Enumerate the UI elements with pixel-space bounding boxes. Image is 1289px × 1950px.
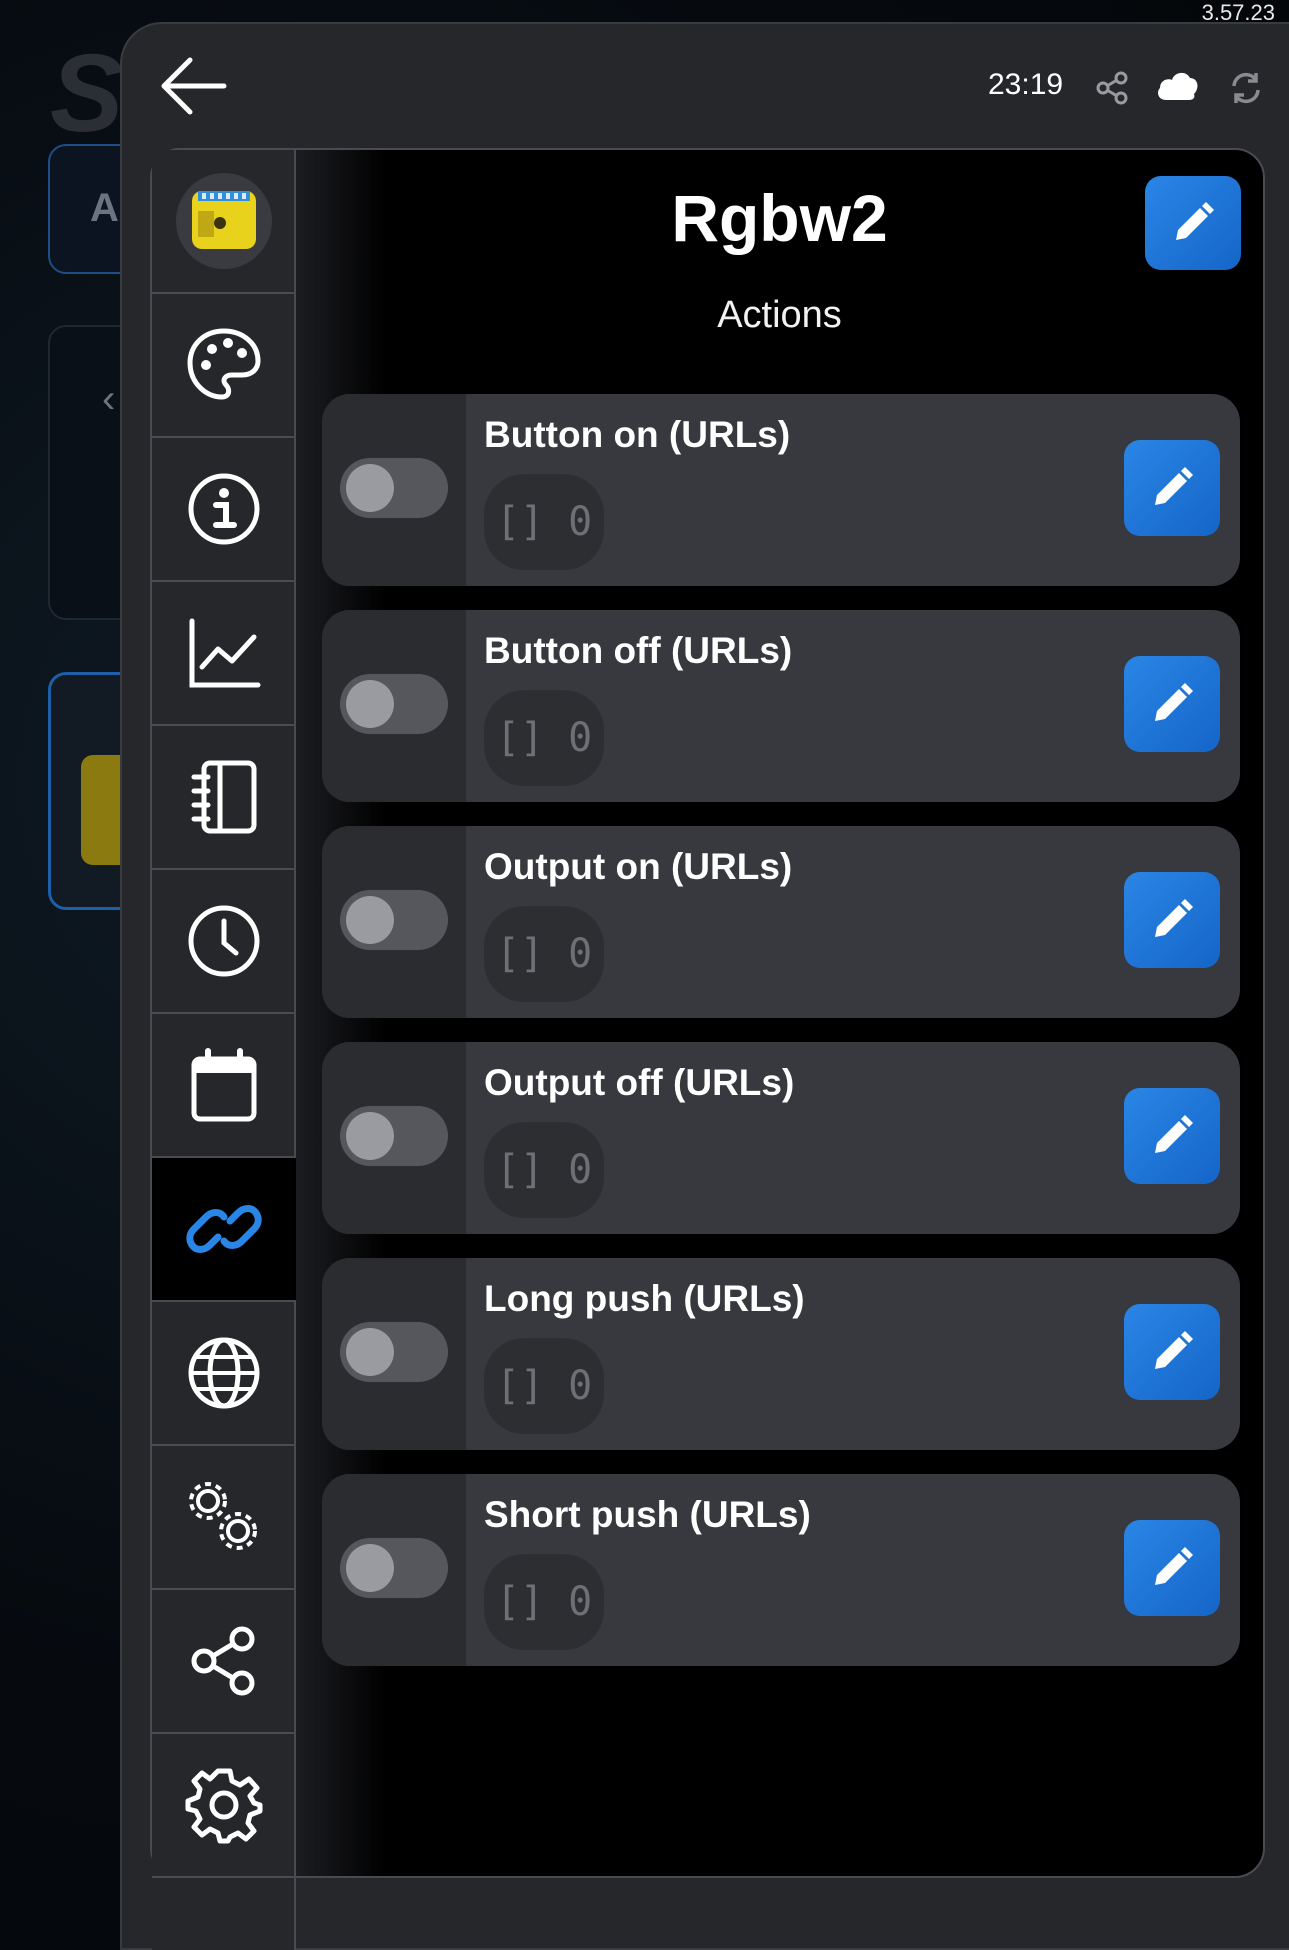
toggle-knob	[346, 680, 394, 728]
sidebar-item-info[interactable]	[152, 438, 296, 582]
action-label: Button off (URLs)	[484, 630, 793, 671]
cloud-icon[interactable]	[1154, 66, 1200, 106]
pencil-icon	[1155, 1547, 1193, 1585]
device-dialog: 23:19 Rgbw2 Actions Button on (URLs) [] …	[120, 22, 1289, 1950]
dialog-topbar: 23:19	[122, 24, 1289, 146]
action-toggle[interactable]	[340, 674, 448, 734]
arrow-left-icon	[161, 57, 227, 115]
toggle-knob	[346, 896, 394, 944]
palette-icon	[187, 328, 261, 400]
sidebar-item-actions[interactable]	[152, 1158, 298, 1302]
action-card: Button on (URLs) [] 0	[322, 394, 1240, 586]
sidebar-item-settings[interactable]	[152, 1734, 296, 1878]
sync-icon[interactable]	[1228, 70, 1264, 106]
action-url-count: [] 0	[484, 1338, 604, 1434]
page-title: Rgbw2	[671, 181, 888, 255]
device-icon	[176, 173, 272, 269]
pencil-icon	[1155, 467, 1193, 505]
background-card-letter: A	[90, 186, 119, 230]
sidebar-item-appearance[interactable]	[152, 294, 296, 438]
sidebar-item-schedule[interactable]	[152, 1014, 296, 1158]
action-label: Button on (URLs)	[484, 414, 791, 455]
action-url-count: [] 0	[484, 1122, 604, 1218]
share-icon	[191, 1626, 255, 1696]
action-toggle[interactable]	[340, 458, 448, 518]
screen: S A ‹ 3.57.23 23:19 Rgbw2 Actions Button…	[0, 0, 1289, 1950]
edit-action-button[interactable]	[1124, 1304, 1220, 1400]
edit-action-button[interactable]	[1124, 656, 1220, 752]
edit-action-button[interactable]	[1124, 440, 1220, 536]
pencil-icon	[1155, 899, 1193, 937]
action-label: Long push (URLs)	[484, 1278, 805, 1319]
notebook-icon	[191, 760, 257, 834]
action-url-count: [] 0	[484, 474, 604, 570]
sidebar-item-advanced[interactable]	[152, 1446, 296, 1590]
pencil-icon	[1155, 1115, 1193, 1153]
action-toggle[interactable]	[340, 1538, 448, 1598]
sidebar	[152, 150, 298, 1950]
background-logo: S	[50, 32, 123, 155]
action-label: Output off (URLs)	[484, 1062, 795, 1103]
pencil-icon	[1155, 1331, 1193, 1369]
toggle-knob	[346, 1112, 394, 1160]
action-label: Short push (URLs)	[484, 1494, 811, 1535]
action-toggle-area	[322, 1474, 466, 1666]
action-toggle-area	[322, 610, 466, 802]
toggle-knob	[346, 1328, 394, 1376]
link-icon	[186, 1205, 262, 1253]
action-card: Button off (URLs) [] 0	[322, 610, 1240, 802]
action-toggle-area	[322, 394, 466, 586]
action-toggle-area	[322, 1042, 466, 1234]
share-icon[interactable]	[1094, 70, 1130, 106]
action-toggle-area	[322, 1258, 466, 1450]
chart-icon	[189, 618, 261, 688]
calendar-icon	[191, 1048, 257, 1122]
action-url-count: [] 0	[484, 690, 604, 786]
pencil-icon	[1155, 683, 1193, 721]
page-subtitle: Actions	[717, 294, 842, 336]
edit-action-button[interactable]	[1124, 1520, 1220, 1616]
sidebar-item-notes[interactable]	[152, 726, 296, 870]
action-toggle[interactable]	[340, 1322, 448, 1382]
sidebar-item-device[interactable]	[152, 150, 296, 294]
info-icon	[188, 473, 260, 545]
sidebar-item-statistics[interactable]	[152, 582, 296, 726]
sidebar-item-web[interactable]	[152, 1302, 296, 1446]
action-toggle[interactable]	[340, 1106, 448, 1166]
action-label: Output on (URLs)	[484, 846, 793, 887]
action-url-count: [] 0	[484, 1554, 604, 1650]
clock-icon	[188, 905, 260, 977]
edit-title-button[interactable]	[1145, 176, 1241, 270]
edit-action-button[interactable]	[1124, 1088, 1220, 1184]
action-card: Output on (URLs) [] 0	[322, 826, 1240, 1018]
chevron-left-icon: ‹	[102, 377, 116, 421]
main-content: Rgbw2 Actions Button on (URLs)[] 0 Button…	[296, 150, 1263, 1876]
edit-action-button[interactable]	[1124, 872, 1220, 968]
gears-icon	[189, 1482, 257, 1550]
content-frame: Rgbw2 Actions Button on (URLs)[] 0 Button…	[150, 148, 1265, 1950]
action-toggle-area	[322, 826, 466, 1018]
toggle-knob	[346, 464, 394, 512]
last-update-time: 23:19	[988, 68, 1064, 101]
back-button[interactable]	[160, 56, 228, 116]
pencil-icon	[1176, 202, 1214, 240]
action-url-count: [] 0	[484, 906, 604, 1002]
gear-icon	[185, 1768, 263, 1844]
toggle-knob	[346, 1544, 394, 1592]
action-card: Short push (URLs) [] 0	[322, 1474, 1240, 1666]
sidebar-item-sharing[interactable]	[152, 1590, 296, 1734]
globe-icon	[188, 1337, 260, 1409]
action-toggle[interactable]	[340, 890, 448, 950]
sidebar-item-timer[interactable]	[152, 870, 296, 1014]
action-card: Output off (URLs) [] 0	[322, 1042, 1240, 1234]
action-card: Long push (URLs) [] 0	[322, 1258, 1240, 1450]
